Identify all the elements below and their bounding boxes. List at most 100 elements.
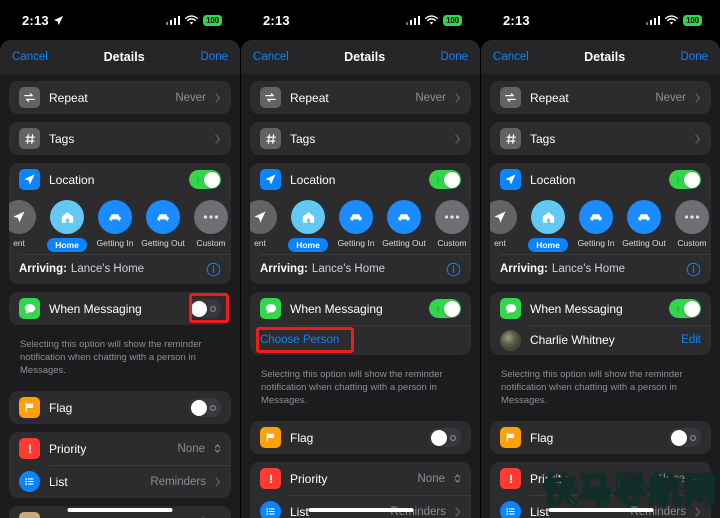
location-options-strip[interactable]: ent Home Getting In Getting Out Custom — [490, 196, 711, 254]
details-scroll-area[interactable]: Repeat Never Tags Location ent Home Gett… — [0, 74, 240, 518]
when-messaging-toggle[interactable] — [189, 299, 221, 318]
location-option-label: Getting Out — [622, 238, 666, 248]
cancel-button[interactable]: Cancel — [493, 51, 529, 63]
repeat-group: Repeat Never — [490, 81, 711, 114]
cancel-button[interactable]: Cancel — [253, 51, 289, 63]
cancel-button[interactable]: Cancel — [12, 51, 48, 63]
location-option-current[interactable]: ent — [250, 200, 284, 248]
row-flag[interactable]: Flag — [490, 421, 711, 454]
arriving-row[interactable]: Arriving: Lance's Home — [490, 254, 711, 284]
row-flag[interactable]: Flag — [9, 391, 231, 424]
page-title: Details — [344, 50, 386, 64]
car-icon — [98, 200, 132, 234]
location-option-home[interactable]: Home — [524, 200, 572, 252]
location-toggle[interactable] — [669, 170, 701, 189]
current-location-icon — [250, 200, 277, 234]
exclamation-icon — [500, 468, 521, 489]
location-arrow-icon — [260, 169, 281, 190]
row-selected-person[interactable]: Charlie Whitney Edit — [490, 325, 711, 355]
location-option-home[interactable]: Home — [43, 200, 91, 252]
details-scroll-area[interactable]: Repeat Never Tags Location ent Home Gett… — [481, 74, 720, 518]
location-option-getting-in[interactable]: Getting In — [572, 200, 620, 248]
row-priority[interactable]: Priority None — [9, 432, 231, 465]
repeat-group: Repeat Never — [9, 81, 231, 114]
done-button[interactable]: Done — [681, 51, 709, 63]
house-icon — [291, 200, 325, 234]
row-when-messaging[interactable]: When Messaging — [250, 292, 471, 325]
location-group: Location ent Home Getting In Getting Out… — [250, 163, 471, 284]
repeat-value: Never — [175, 91, 206, 104]
contact-avatar — [500, 329, 521, 351]
location-option-custom[interactable]: Custom — [428, 200, 471, 248]
location-option-getting-out[interactable]: Getting Out — [620, 200, 668, 248]
done-button[interactable]: Done — [201, 51, 229, 63]
when-messaging-toggle[interactable] — [429, 299, 461, 318]
flag-group: Flag — [490, 421, 711, 454]
flag-group: Flag — [250, 421, 471, 454]
edit-person-button[interactable]: Edit — [681, 334, 701, 346]
location-toggle[interactable] — [429, 170, 461, 189]
priority-value: None — [177, 442, 206, 455]
flag-toggle[interactable] — [189, 398, 221, 417]
arriving-row[interactable]: Arriving: Lance's Home — [9, 254, 231, 284]
row-when-messaging[interactable]: When Messaging — [490, 292, 711, 325]
arriving-prefix: Arriving: — [19, 263, 67, 275]
row-repeat[interactable]: Repeat Never — [9, 81, 231, 114]
row-when-messaging[interactable]: When Messaging — [9, 292, 231, 325]
location-option-home[interactable]: Home — [284, 200, 332, 252]
location-label: Location — [49, 172, 95, 187]
flag-toggle[interactable] — [429, 428, 461, 447]
location-option-current[interactable]: ent — [490, 200, 524, 248]
location-options-strip[interactable]: ent Home Getting In Getting Out Custom — [9, 196, 231, 254]
when-messaging-toggle[interactable] — [669, 299, 701, 318]
row-list[interactable]: List Reminders — [9, 465, 231, 498]
location-option-getting-in[interactable]: Getting In — [332, 200, 380, 248]
row-location[interactable]: Location — [250, 163, 471, 196]
location-option-custom[interactable]: Custom — [668, 200, 711, 248]
location-option-getting-in[interactable]: Getting In — [91, 200, 139, 248]
location-option-getting-out[interactable]: Getting Out — [380, 200, 428, 248]
subtasks-icon — [19, 512, 40, 518]
wifi-icon — [425, 14, 438, 24]
location-option-label: Getting In — [337, 238, 375, 248]
flag-toggle[interactable] — [669, 428, 701, 447]
status-time: 2:13 — [263, 12, 290, 28]
priority-label: Priority — [49, 441, 87, 456]
chevron-right-icon — [455, 133, 461, 144]
choose-person-link[interactable]: Choose Person — [260, 334, 339, 346]
row-tags[interactable]: Tags — [9, 122, 231, 155]
row-tags[interactable]: Tags — [250, 122, 471, 155]
tags-group: Tags — [9, 122, 231, 155]
location-toggle[interactable] — [189, 170, 221, 189]
row-list[interactable]: List Reminders — [250, 495, 471, 518]
location-option-getting-out[interactable]: Getting Out — [139, 200, 187, 248]
info-circle-icon[interactable] — [206, 262, 221, 277]
row-location[interactable]: Location — [9, 163, 231, 196]
location-option-label: Getting In — [577, 238, 615, 248]
info-circle-icon[interactable] — [686, 262, 701, 277]
when-messaging-group: When Messaging Choose Person — [250, 292, 471, 355]
row-flag[interactable]: Flag — [250, 421, 471, 454]
row-repeat[interactable]: Repeat Never — [250, 81, 471, 114]
location-options-strip[interactable]: ent Home Getting In Getting Out Custom — [250, 196, 471, 254]
when-messaging-label: When Messaging — [530, 301, 623, 316]
three-panel-screenshot: 2:13 100 Cancel Details Done Repeat Neve… — [0, 0, 720, 518]
done-button[interactable]: Done — [441, 51, 469, 63]
chevron-right-icon — [695, 133, 701, 144]
row-repeat[interactable]: Repeat Never — [490, 81, 711, 114]
row-location[interactable]: Location — [490, 163, 711, 196]
info-circle-icon[interactable] — [446, 262, 461, 277]
ellipsis-icon — [435, 200, 469, 234]
navigation-bar: Cancel Details Done — [0, 40, 240, 74]
location-option-current[interactable]: ent — [9, 200, 43, 248]
row-choose-person[interactable]: Choose Person — [250, 325, 471, 355]
row-priority[interactable]: Priority None — [250, 462, 471, 495]
arriving-row[interactable]: Arriving: Lance's Home — [250, 254, 471, 284]
current-location-icon — [9, 200, 36, 234]
details-scroll-area[interactable]: Repeat Never Tags Location ent Home Gett… — [241, 74, 480, 518]
status-bar-right: 100 — [645, 14, 702, 26]
row-tags[interactable]: Tags — [490, 122, 711, 155]
tags-label: Tags — [530, 131, 556, 146]
car-icon — [579, 200, 613, 234]
location-option-custom[interactable]: Custom — [187, 200, 231, 248]
